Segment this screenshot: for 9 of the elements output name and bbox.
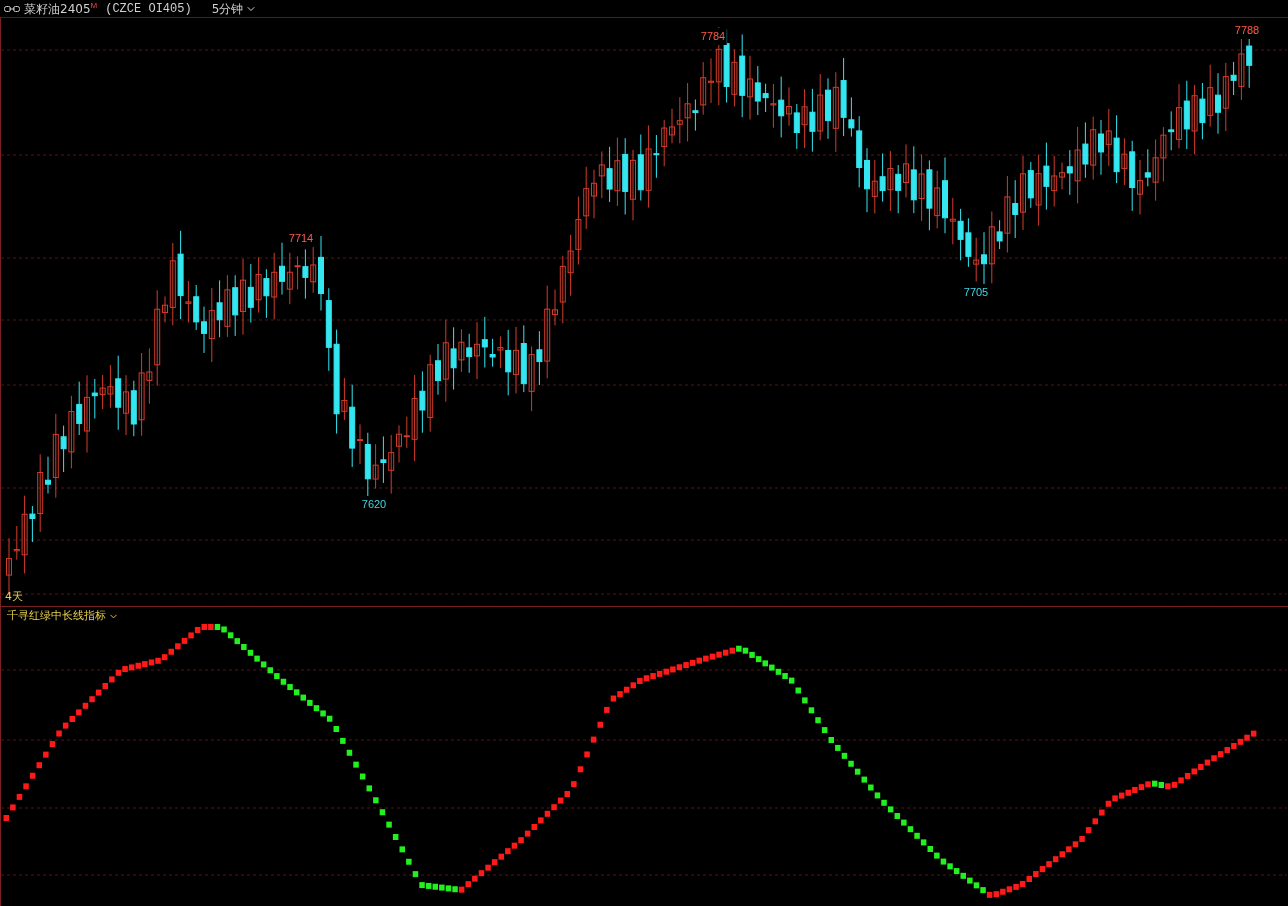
price-extreme-label: 7788: [1232, 22, 1262, 39]
period-dropdown[interactable]: 5分钟: [211, 0, 258, 18]
range-label: 4天: [5, 588, 23, 605]
indicator-dropdown[interactable]: 千寻红绿中长线指标: [7, 608, 119, 625]
link-icon[interactable]: [4, 4, 20, 13]
price-extreme-label: 7784: [698, 28, 728, 45]
instrument-name: 菜籽油2405: [24, 0, 91, 18]
instrument-code: (CZCE OI405): [105, 0, 192, 18]
contract-mark-label: M: [90, 0, 98, 10]
